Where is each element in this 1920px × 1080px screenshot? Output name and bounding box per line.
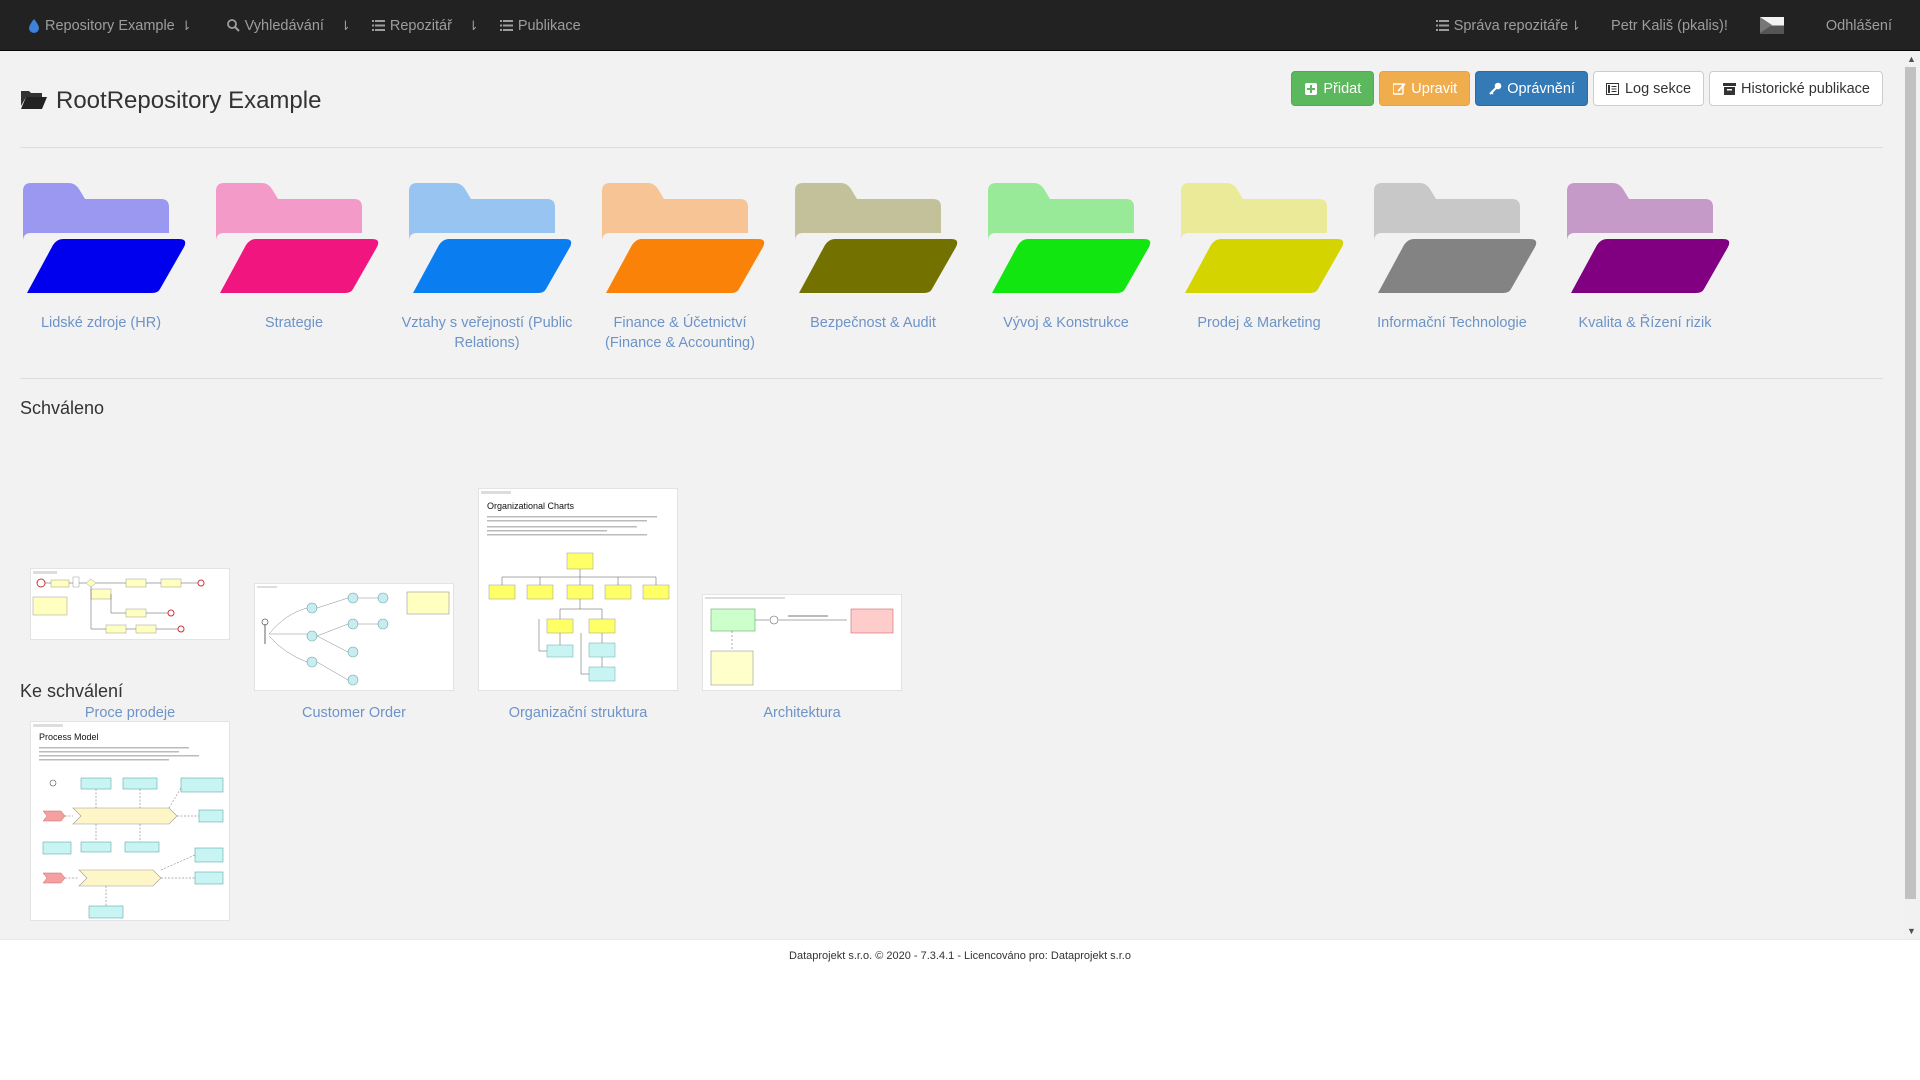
logout-link[interactable]: Odhlášení — [1816, 0, 1902, 51]
folder-item[interactable]: Vývoj & Konstrukce — [971, 181, 1161, 333]
folder-label: Finance & Účetnictví (Finance & Accounti… — [605, 315, 755, 351]
page-header: RootRepository Example — [20, 87, 321, 115]
model-label[interactable]: Organizační struktura — [478, 705, 678, 721]
czech-flag-icon — [1759, 17, 1784, 34]
sort-caret-icon: ⇂ — [467, 17, 479, 33]
folder-item[interactable]: Lidské zdroje (HR) — [6, 181, 196, 333]
vertical-scrollbar[interactable]: ▲ ▼ — [1903, 51, 1920, 939]
plus-square-icon — [1304, 82, 1318, 96]
search-menu[interactable]: Vyhledávání ⇂ — [216, 0, 361, 51]
list-icon — [1435, 18, 1450, 33]
edit-button-label: Upravit — [1411, 80, 1458, 97]
folder-label: Informační Technologie — [1377, 315, 1527, 331]
folder-icon — [1372, 183, 1538, 293]
folder-item[interactable]: Bezpečnost & Audit — [778, 181, 968, 333]
folder-label: Bezpečnost & Audit — [810, 315, 936, 331]
sort-caret-icon: ⇂ — [1570, 17, 1582, 33]
key-icon — [1488, 82, 1502, 96]
folder-label: Lidské zdroje (HR) — [40, 315, 162, 331]
footer-text: Dataprojekt s.r.o. © 2020 - 7.3.4.1 - Li… — [789, 950, 1131, 962]
add-button-label: Přidat — [1323, 80, 1362, 97]
list-icon — [371, 18, 386, 33]
pending-section-title: Ke schválení — [20, 681, 124, 701]
model-label[interactable]: Customer Order — [254, 705, 454, 721]
top-navbar: Repository Example ⇂ Vyhledávání ⇂ Repoz… — [0, 0, 1920, 51]
scroll-up-arrow-icon[interactable]: ▲ — [1903, 51, 1920, 67]
folder-label: Kvalita & Řízení rizik — [1578, 315, 1712, 331]
toolbar: Přidat Upravit Oprávnění Log sekce Histo… — [1291, 71, 1883, 106]
history-publications-button-label: Historické publikace — [1741, 80, 1870, 97]
divider — [20, 147, 1883, 148]
divider — [20, 378, 1883, 379]
archive-icon — [1722, 82, 1736, 96]
sort-caret-icon: ⇂ — [180, 17, 192, 33]
language-switch[interactable] — [1750, 0, 1794, 51]
folder-icon — [1565, 183, 1731, 293]
folder-icon — [407, 183, 573, 293]
user-menu[interactable]: Petr Kališ (pkalis)! — [1601, 0, 1738, 51]
edit-icon — [1392, 82, 1406, 96]
folder-icon — [214, 183, 380, 293]
history-publications-button[interactable]: Historické publikace — [1709, 71, 1883, 106]
main-content: RootRepository Example Přidat Upravit Op… — [0, 51, 1903, 939]
brand-label: Repository Example — [45, 17, 175, 34]
folder-icon — [1179, 183, 1345, 293]
folder-item[interactable]: Finance & Účetnictví (Finance & Accounti… — [585, 181, 775, 353]
permissions-button-label: Oprávnění — [1507, 80, 1575, 97]
approved-section-title: Schváleno — [20, 398, 105, 418]
folder-icon — [793, 183, 959, 293]
folder-icon — [21, 183, 187, 293]
sort-caret-icon: ⇂ — [339, 17, 351, 33]
model-thumbnail-architecture[interactable] — [702, 594, 902, 691]
edit-button[interactable]: Upravit — [1379, 71, 1471, 106]
navbar-right: Správa repozitáře ⇂ Petr Kališ (pkalis)!… — [1425, 0, 1902, 51]
footer: Dataprojekt s.r.o. © 2020 - 7.3.4.1 - Li… — [0, 939, 1920, 1080]
permissions-button[interactable]: Oprávnění — [1475, 71, 1588, 106]
folder-item[interactable]: Prodej & Marketing — [1164, 181, 1354, 333]
folder-label: Vývoj & Konstrukce — [1003, 315, 1129, 331]
folder-item[interactable]: Strategie — [199, 181, 389, 333]
model-label[interactable]: Proce prodeje — [30, 705, 230, 721]
model-thumbnail-process-model[interactable]: Process Model — [30, 721, 230, 921]
model-thumbnail-org-chart[interactable]: Organizational Charts — [478, 488, 678, 691]
folder-icon — [986, 183, 1152, 293]
scroll-down-arrow-icon[interactable]: ▼ — [1903, 923, 1920, 939]
model-label[interactable]: Architektura — [702, 705, 902, 721]
log-section-button[interactable]: Log sekce — [1592, 71, 1705, 106]
folder-item[interactable]: Kvalita & Řízení rizik — [1550, 181, 1740, 333]
folder-icon — [600, 183, 766, 293]
folder-label: Prodej & Marketing — [1197, 315, 1321, 331]
model-thumbnail-sales-process[interactable] — [30, 568, 230, 640]
logout-label: Odhlášení — [1825, 17, 1892, 34]
repo-admin-menu[interactable]: Správa repozitáře ⇂ — [1425, 0, 1591, 51]
model-thumbnail-customer-order[interactable] — [254, 583, 454, 691]
list-icon — [499, 18, 514, 33]
log-section-button-label: Log sekce — [1624, 80, 1692, 97]
folder-label: Strategie — [264, 315, 324, 331]
repo-admin-label: Správa repozitáře — [1453, 17, 1569, 34]
folder-item[interactable]: Vztahy s veřejností (Public Relations) — [392, 181, 582, 353]
brand-menu[interactable]: Repository Example ⇂ — [16, 0, 202, 51]
open-folder-icon — [20, 88, 48, 115]
page-title: RootRepository Example — [56, 87, 322, 114]
publications-label: Publikace — [517, 17, 581, 34]
folder-item[interactable]: Informační Technologie — [1357, 181, 1547, 333]
folder-label: Vztahy s veřejností (Public Relations) — [401, 315, 573, 351]
log-icon — [1606, 82, 1620, 96]
search-icon — [226, 18, 241, 33]
user-name: Petr Kališ (pkalis)! — [1611, 17, 1728, 34]
navbar-left: Repository Example ⇂ Vyhledávání ⇂ Repoz… — [16, 0, 591, 51]
scrollbar-thumb[interactable] — [1905, 67, 1916, 899]
add-button[interactable]: Přidat — [1291, 71, 1375, 106]
search-label: Vyhledávání — [244, 17, 324, 34]
repository-menu[interactable]: Repozitář ⇂ — [361, 0, 489, 51]
repository-drop-icon — [26, 18, 41, 33]
publications-menu[interactable]: Publikace — [489, 0, 591, 51]
repository-label: Repozitář — [389, 17, 452, 34]
